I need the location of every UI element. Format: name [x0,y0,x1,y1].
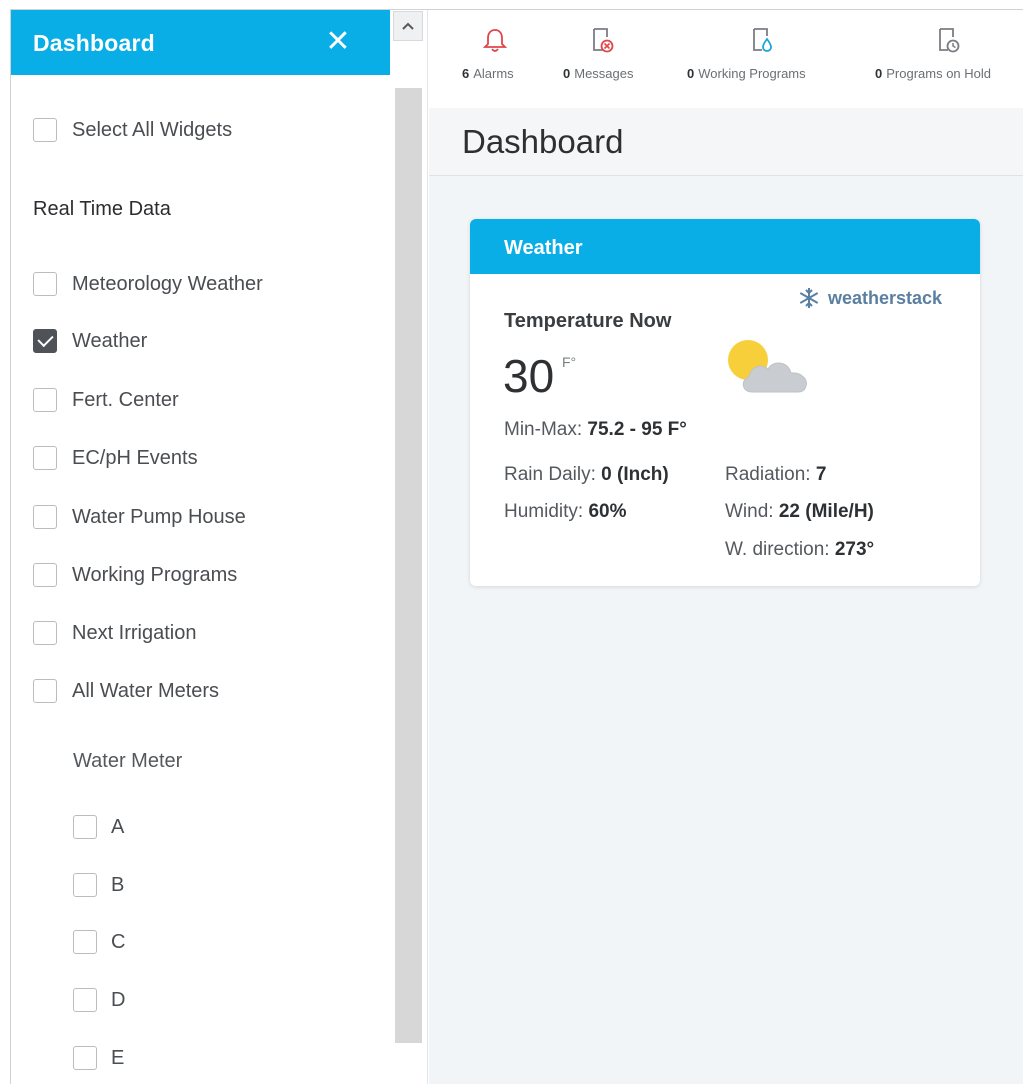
rain-daily-row: Rain Daily: 0 (Inch) [504,464,669,485]
temperature-value: 30 [503,350,555,402]
checkbox[interactable] [33,118,57,142]
program-drop-icon [753,28,772,52]
partly-cloudy-icon [728,340,807,393]
select-all-label: Select All Widgets [72,118,233,141]
weatherstack-logo: weatherstack [798,287,942,309]
working-programs-status[interactable]: 0 Working Programs [687,10,843,108]
checkbox[interactable] [33,563,57,587]
humidity-row: Humidity: 60% [504,501,627,522]
widget-label: Weather [72,329,148,352]
checkbox[interactable] [73,815,97,839]
widget-checkbox-working-programs[interactable]: Working Programs [33,561,237,589]
widget-label: Fert. Center [72,388,179,411]
water-meter-checkbox-e[interactable]: E [73,1044,124,1072]
widget-checkbox-all-water-meters[interactable]: All Water Meters [33,677,219,705]
messages-label: 0 Messages [563,66,634,81]
weather-widget-header: Weather [470,219,980,274]
widget-label: Working Programs [72,563,238,586]
checkbox[interactable] [33,388,57,412]
weather-widget-title: Weather [504,237,583,259]
widget-checkbox-water-pump-house[interactable]: Water Pump House [33,503,246,531]
widget-label: Meteorology Weather [72,272,263,295]
programs-on-hold-label: 0 Programs on Hold [875,66,992,81]
water-meter-label: E [111,1046,125,1069]
checkbox[interactable] [33,679,57,703]
main-area: 6 Alarms 0 Messages 0 Working Programs 0… [429,10,1023,1084]
status-bar: 6 Alarms 0 Messages 0 Working Programs 0… [429,10,1023,108]
select-all-checkbox[interactable]: Select All Widgets [33,116,232,144]
panel-title: Dashboard [33,30,155,56]
water-meter-checkbox-b[interactable]: B [73,871,124,899]
widget-label: EC/pH Events [72,446,198,469]
alarms-label: 6 Alarms [462,66,514,81]
page-header: Dashboard [429,108,1023,176]
working-programs-label: 0 Working Programs [687,66,806,81]
widget-checkbox-ec-ph-events[interactable]: EC/pH Events [33,444,198,472]
alarms-status[interactable]: 6 Alarms [462,10,532,108]
program-clock-icon [939,28,960,53]
wind-direction-row: W. direction: 273° [725,539,875,560]
checkbox[interactable] [73,930,97,954]
panel-header: Dashboard ✕ [11,10,390,75]
widget-checkbox-meteorology-weather[interactable]: Meteorology Weather [33,270,263,298]
min-max-row: Min-Max: 75.2 - 95 F° [504,419,687,440]
wind-row: Wind: 22 (Mile/H) [725,501,874,522]
widget-panel: Dashboard ✕ Select All Widgets Real Time… [11,10,390,1084]
widget-checkbox-weather[interactable]: Weather [33,327,147,355]
weather-widget: Weather weatherstack Temperature Now 30 … [470,219,980,586]
chevron-up-icon [402,22,414,30]
snowflake-icon [799,288,819,308]
temperature-label: Temperature Now [504,310,672,332]
water-meter-label: B [111,873,125,896]
water-meter-checkbox-d[interactable]: D [73,986,125,1014]
checkbox[interactable] [33,505,57,529]
widget-label: Water Pump House [72,505,246,528]
water-meter-label: A [111,815,125,838]
widget-label: Next Irrigation [72,621,197,644]
scroll-up-button[interactable] [393,11,423,41]
page-title: Dashboard [462,123,624,160]
bell-icon [482,29,508,52]
water-meter-label: D [111,988,126,1011]
water-meter-checkbox-c[interactable]: C [73,928,125,956]
section-title-real-time-data: Real Time Data [33,198,171,220]
widget-checkbox-fert-center[interactable]: Fert. Center [33,386,179,414]
checkbox[interactable] [33,621,57,645]
checkbox[interactable] [33,446,57,470]
checkbox-checked[interactable] [33,329,57,353]
checkbox[interactable] [73,873,97,897]
checkbox[interactable] [33,272,57,296]
water-meter-checkbox-a[interactable]: A [73,813,124,841]
close-icon[interactable]: ✕ [323,24,353,60]
water-meter-label: C [111,930,126,953]
checkbox[interactable] [73,1046,97,1070]
programs-on-hold-status[interactable]: 0 Programs on Hold [875,10,1023,108]
water-meter-title: Water Meter [73,750,183,772]
messages-status[interactable]: 0 Messages [563,10,655,108]
widget-checkbox-next-irrigation[interactable]: Next Irrigation [33,619,197,647]
checkbox[interactable] [73,988,97,1012]
radiation-row: Radiation: 7 [725,464,827,485]
brand-name: weatherstack [828,287,943,308]
widget-label: All Water Meters [72,679,220,702]
message-cancel-icon [593,28,614,53]
scrollbar-thumb[interactable] [395,88,422,1043]
temperature-unit: F° [562,354,577,370]
